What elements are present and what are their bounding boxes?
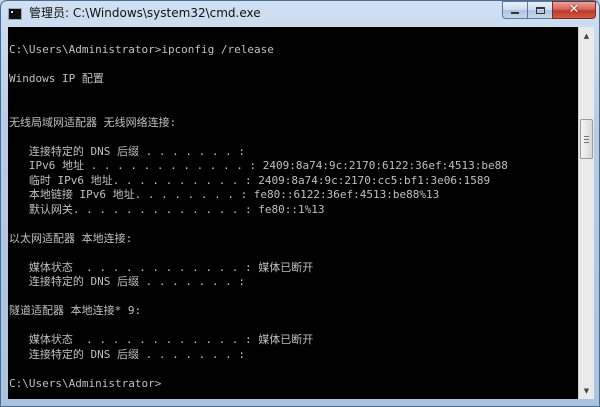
console-line: C:\Users\Administrator>ipconfig /release <box>9 43 274 56</box>
console-line: 连接特定的 DNS 后缀 . . . . . . . : <box>9 144 245 158</box>
vertical-scrollbar[interactable]: ▲ ▼ <box>578 27 594 399</box>
maximize-icon <box>535 6 545 14</box>
cmd-window: 管理员: C:\Windows\system32\cmd.exe ✕ C:\Us… <box>0 0 600 407</box>
console-line: 本地链接 IPv6 地址. . . . . . . . : fe80::6122… <box>9 188 440 201</box>
minimize-button[interactable] <box>502 1 528 19</box>
console-line: IPv6 地址 . . . . . . . . . . . . : 2409:8… <box>9 159 508 172</box>
cmd-icon[interactable] <box>8 8 22 20</box>
close-icon: ✕ <box>568 2 580 17</box>
title-bar[interactable]: 管理员: C:\Windows\system32\cmd.exe ✕ <box>1 1 599 27</box>
console-line: 连接特定的 DNS 后缀 . . . . . . . : <box>9 347 245 361</box>
maximize-button[interactable] <box>527 1 553 19</box>
console-line: 媒体状态 . . . . . . . . . . . . : 媒体已断开 <box>9 333 314 346</box>
console-line: 以太网适配器 本地连接: <box>9 231 133 245</box>
console-line: 连接特定的 DNS 后缀 . . . . . . . : <box>9 275 245 288</box>
console-line: 媒体状态 . . . . . . . . . . . . : 媒体已断开 <box>9 260 314 274</box>
minimize-icon <box>511 12 519 14</box>
console-line: C:\Users\Administrator> <box>9 376 162 390</box>
console-output[interactable]: C:\Users\Administrator>ipconfig /release… <box>8 27 578 399</box>
scroll-down-arrow-icon[interactable]: ▼ <box>579 382 594 399</box>
console-line: 无线局域网适配器 无线网络连接: <box>9 115 177 129</box>
close-button[interactable]: ✕ <box>552 1 596 19</box>
console-line: Windows IP 配置 <box>9 72 104 85</box>
console-line: 临时 IPv6 地址. . . . . . . . . . : 2409:8a7… <box>9 173 491 187</box>
scroll-up-arrow-icon[interactable]: ▲ <box>579 27 594 44</box>
window-title: 管理员: C:\Windows\system32\cmd.exe <box>29 6 261 20</box>
window-frame-bottom <box>1 399 599 407</box>
console-line: 隧道适配器 本地连接* 9: <box>9 304 142 317</box>
console-line: 默认网关. . . . . . . . . . . . . : fe80::1%… <box>9 202 325 216</box>
scrollbar-thumb[interactable] <box>580 118 593 159</box>
